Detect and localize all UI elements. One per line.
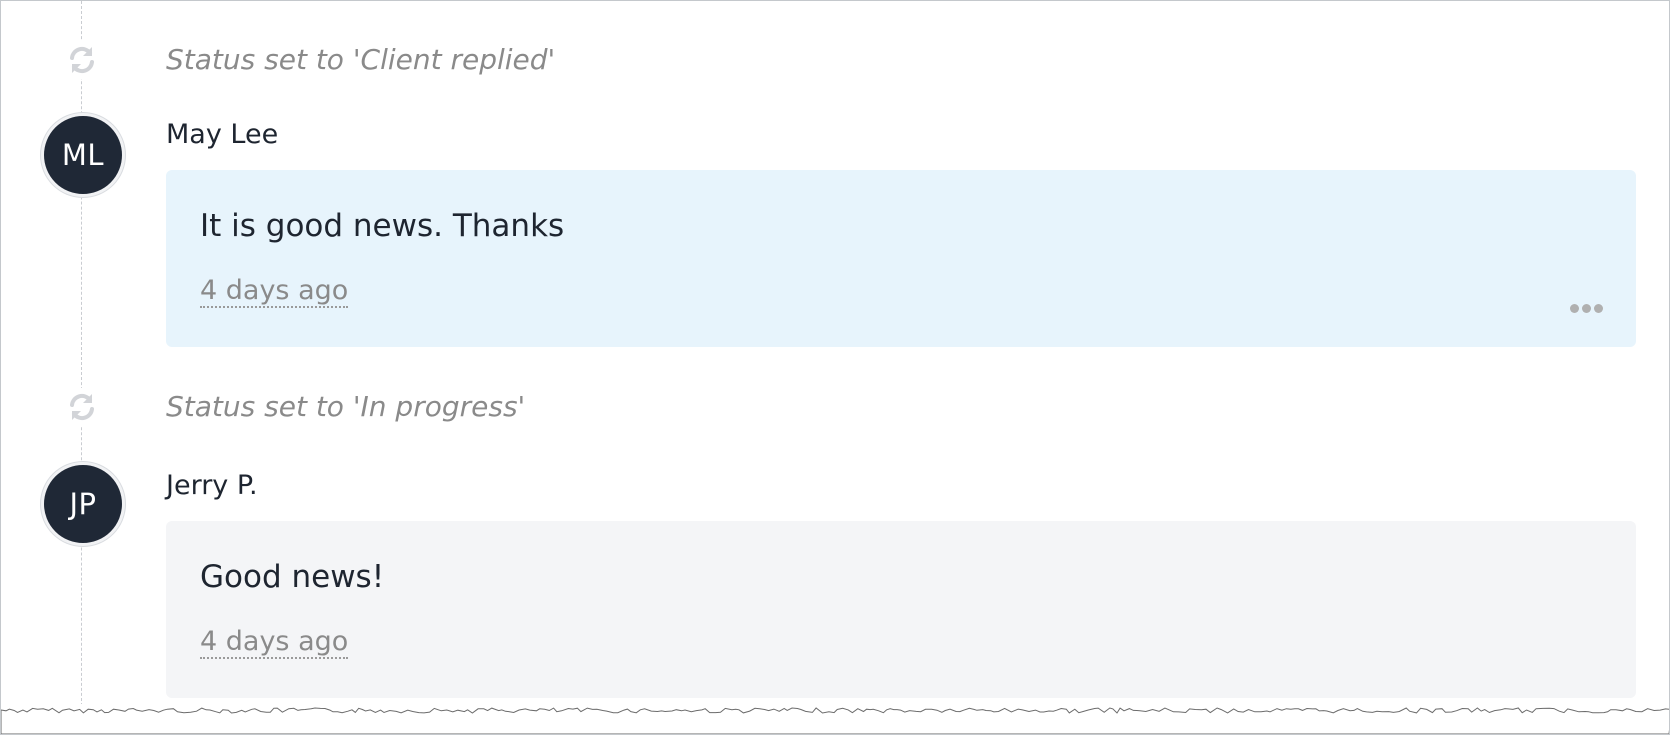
comment-body: It is good news. Thanks — [200, 208, 565, 244]
more-dot-icon — [1569, 303, 1579, 313]
status-text: Status set to 'In progress' — [166, 390, 526, 423]
avatar[interactable]: ML — [41, 113, 125, 197]
status-change-row: Status set to 'Client replied' — [1, 35, 1641, 83]
comment-card: It is good news. Thanks 4 days ago — [166, 170, 1636, 347]
comment-card: Good news! 4 days ago — [166, 521, 1636, 698]
refresh-icon — [63, 388, 101, 426]
more-dot-icon — [1581, 303, 1591, 313]
avatar[interactable]: JP — [41, 462, 125, 546]
activity-timeline: Status set to 'Client replied' ML May Le… — [0, 0, 1670, 735]
comment-author[interactable]: May Lee — [166, 119, 278, 150]
comment-body: Good news! — [200, 559, 385, 595]
timeline-connector — [81, 1, 82, 721]
comment-timestamp[interactable]: 4 days ago — [200, 627, 349, 659]
more-options-button[interactable] — [1566, 298, 1606, 318]
status-change-row: Status set to 'In progress' — [1, 382, 1641, 430]
more-dot-icon — [1593, 303, 1603, 313]
status-text: Status set to 'Client replied' — [166, 43, 556, 76]
refresh-icon — [63, 41, 101, 79]
comment-timestamp[interactable]: 4 days ago — [200, 276, 349, 308]
torn-edge-divider — [1, 704, 1669, 734]
comment-author[interactable]: Jerry P. — [166, 470, 258, 501]
